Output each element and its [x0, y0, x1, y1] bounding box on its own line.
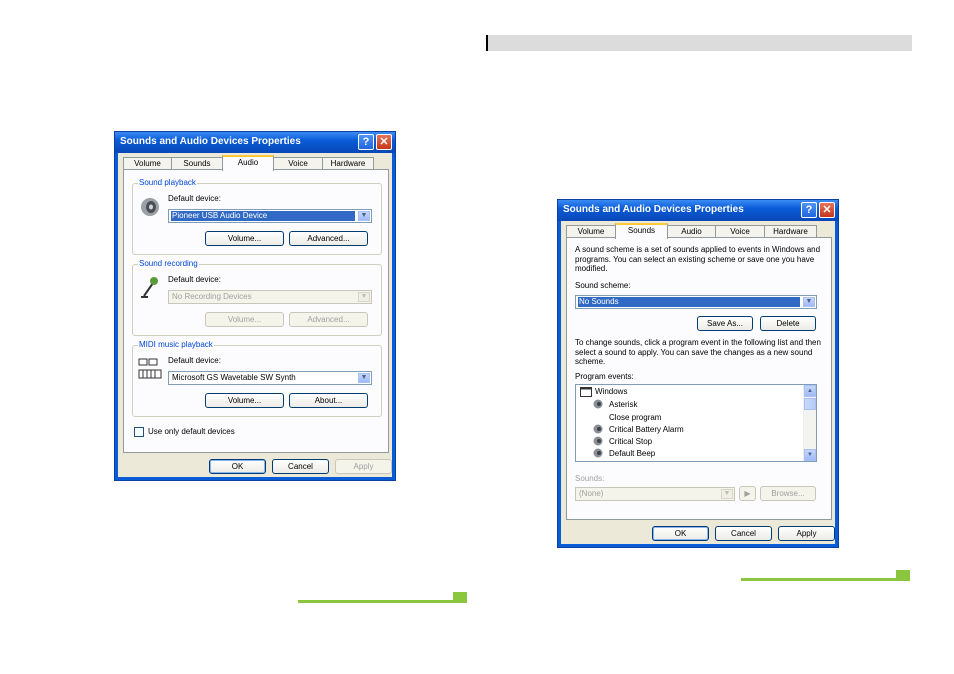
- dialog-title: Sounds and Audio Devices Properties: [563, 204, 744, 215]
- dialog-body: Volume Sounds Audio Voice Hardware A sou…: [561, 221, 835, 544]
- selected-value: (None): [579, 489, 604, 498]
- list-item[interactable]: Critical Battery Alarm: [609, 425, 684, 434]
- sound-scheme-label: Sound scheme:: [575, 281, 631, 290]
- use-default-devices-label: Use only default devices: [148, 427, 235, 436]
- list-item[interactable]: Windows: [595, 387, 627, 396]
- cancel-button[interactable]: Cancel: [715, 526, 772, 541]
- playback-device-select[interactable]: Pioneer USB Audio Device ▼: [168, 209, 372, 223]
- scroll-thumb[interactable]: [804, 398, 816, 410]
- events-description: To change sounds, click a program event …: [575, 338, 821, 366]
- midi-about-button[interactable]: About...: [289, 393, 368, 408]
- selected-value: No Sounds: [578, 297, 800, 307]
- recording-device-select[interactable]: No Recording Devices ▼: [168, 290, 372, 304]
- midi-playback-group: MIDI music playback Default device: Micr…: [132, 340, 382, 417]
- midi-keyboard-icon: [138, 358, 162, 379]
- list-item[interactable]: Default Beep: [609, 449, 655, 458]
- dialog-title: Sounds and Audio Devices Properties: [120, 136, 301, 147]
- group-label: Sound playback: [138, 178, 197, 187]
- speaker-small-icon: [593, 424, 603, 434]
- playback-volume-button[interactable]: Volume...: [205, 231, 284, 246]
- default-device-label: Default device:: [168, 194, 221, 203]
- ok-button[interactable]: OK: [652, 526, 709, 541]
- selected-value: No Recording Devices: [172, 292, 252, 301]
- list-scrollbar[interactable]: ▲ ▼: [803, 385, 816, 461]
- header-bar: [486, 35, 912, 51]
- program-events-list[interactable]: Windows Asterisk Close program Critical …: [575, 384, 817, 462]
- tab-panel: Sound playback Default device: Pioneer U…: [123, 169, 389, 453]
- list-item[interactable]: Close program: [609, 413, 661, 422]
- help-button[interactable]: ?: [801, 202, 817, 218]
- help-button[interactable]: ?: [358, 134, 374, 150]
- title-bar: Sounds and Audio Devices Properties ? ✕: [115, 132, 395, 153]
- close-button[interactable]: ✕: [819, 202, 835, 218]
- recording-volume-button[interactable]: Volume...: [205, 312, 284, 327]
- apply-button[interactable]: Apply: [778, 526, 835, 541]
- speaker-small-icon: [593, 436, 603, 446]
- group-label: MIDI music playback: [138, 340, 214, 349]
- list-item[interactable]: Critical Stop: [609, 437, 652, 446]
- page-marker-left: [453, 592, 467, 603]
- sounds-audio-dialog-audio: Sounds and Audio Devices Properties ? ✕ …: [114, 131, 396, 481]
- chevron-down-icon[interactable]: ▼: [358, 292, 370, 302]
- delete-button[interactable]: Delete: [760, 316, 816, 331]
- ok-button[interactable]: OK: [209, 459, 266, 474]
- sounds-label: Sounds:: [575, 474, 605, 483]
- scroll-down-icon[interactable]: ▼: [804, 449, 816, 461]
- sound-scheme-select[interactable]: No Sounds ▼: [575, 295, 817, 309]
- playback-advanced-button[interactable]: Advanced...: [289, 231, 368, 246]
- speaker-small-icon: [593, 448, 603, 458]
- dialog-body: Volume Sounds Audio Voice Hardware Sound…: [118, 153, 392, 477]
- selected-value: Microsoft GS Wavetable SW Synth: [172, 373, 296, 382]
- save-as-button[interactable]: Save As...: [697, 316, 753, 331]
- tab-sounds[interactable]: Sounds: [615, 223, 668, 239]
- default-device-label: Default device:: [168, 356, 221, 365]
- tab-panel: A sound scheme is a set of sounds applie…: [566, 237, 832, 520]
- scroll-up-icon[interactable]: ▲: [804, 385, 816, 397]
- default-device-label: Default device:: [168, 275, 221, 284]
- title-bar: Sounds and Audio Devices Properties ? ✕: [558, 200, 838, 221]
- sound-file-select[interactable]: (None) ▼: [575, 487, 735, 501]
- use-default-devices-checkbox[interactable]: [134, 427, 144, 437]
- chevron-down-icon[interactable]: ▼: [721, 489, 733, 499]
- chevron-down-icon[interactable]: ▼: [803, 297, 815, 307]
- selected-value: Pioneer USB Audio Device: [171, 211, 355, 221]
- scheme-description: A sound scheme is a set of sounds applie…: [575, 245, 821, 273]
- footer-rule-left: [298, 600, 453, 603]
- browse-button[interactable]: Browse...: [760, 486, 816, 501]
- apply-button[interactable]: Apply: [335, 459, 392, 474]
- tab-audio[interactable]: Audio: [222, 155, 274, 171]
- microphone-icon: [141, 277, 158, 298]
- footer-rule-right: [741, 578, 896, 581]
- recording-advanced-button[interactable]: Advanced...: [289, 312, 368, 327]
- chevron-down-icon[interactable]: ▼: [358, 373, 370, 383]
- sound-recording-group: Sound recording Default device: No Recor…: [132, 259, 382, 336]
- close-button[interactable]: ✕: [376, 134, 392, 150]
- speaker-icon: [141, 198, 159, 216]
- speaker-small-icon: [593, 399, 603, 409]
- page-marker-right: [896, 570, 910, 581]
- group-label: Sound recording: [138, 259, 199, 268]
- cancel-button[interactable]: Cancel: [272, 459, 329, 474]
- list-item[interactable]: Asterisk: [609, 400, 637, 409]
- program-events-label: Program events:: [575, 372, 634, 381]
- sound-playback-group: Sound playback Default device: Pioneer U…: [132, 178, 382, 255]
- midi-device-select[interactable]: Microsoft GS Wavetable SW Synth ▼: [168, 371, 372, 385]
- sounds-audio-dialog-sounds: Sounds and Audio Devices Properties ? ✕ …: [557, 199, 839, 548]
- window-icon: [580, 387, 592, 397]
- play-sound-button[interactable]: ▶: [739, 486, 756, 501]
- chevron-down-icon[interactable]: ▼: [358, 211, 370, 221]
- midi-volume-button[interactable]: Volume...: [205, 393, 284, 408]
